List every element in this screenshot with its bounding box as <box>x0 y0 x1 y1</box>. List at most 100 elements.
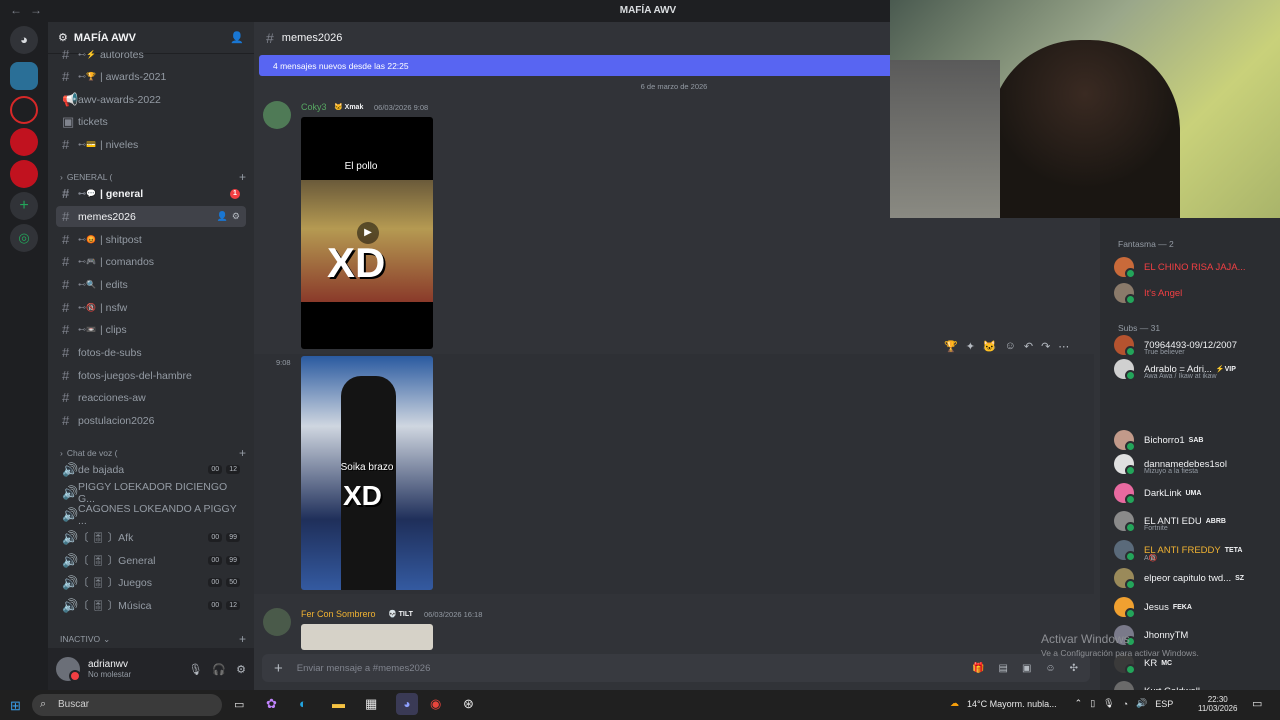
taskbar-search[interactable]: ⌕ Buscar <box>32 694 222 716</box>
video-attachment[interactable]: El pollo ▶ XD <box>301 117 433 349</box>
member-item[interactable]: elpeor capitulo twd... SZ <box>1114 565 1276 591</box>
explore-icon[interactable]: ◎ <box>10 224 38 252</box>
channel-item[interactable]: # ⊷😡 | shitpost <box>56 229 246 250</box>
message-input[interactable]: Enviar mensaje a #memes2026 <box>297 663 431 674</box>
category-voice[interactable]: › Chat de voz (+ <box>60 446 246 460</box>
gif-icon[interactable]: ▤ <box>998 663 1007 674</box>
avatar[interactable] <box>1114 454 1136 476</box>
member-item[interactable]: 70964493-09/12/2007 True believer <box>1114 332 1276 358</box>
settings-icon[interactable]: ⚙ <box>232 211 240 222</box>
sticker-icon[interactable]: ▣ <box>1022 663 1031 674</box>
add-channel-icon[interactable]: + <box>239 632 246 646</box>
task-view-icon[interactable]: ▭ <box>234 698 244 711</box>
app-icon[interactable]: ⊛ <box>463 696 474 712</box>
avatar[interactable] <box>1114 568 1136 590</box>
channel-item[interactable]: # postulacion2026 <box>56 410 246 431</box>
member-item[interactable]: EL ANTI FREDDY TETA A🔞 <box>1114 537 1276 563</box>
avatar[interactable] <box>263 101 291 129</box>
avatar[interactable] <box>1114 283 1136 305</box>
category-inactive[interactable]: INACTIVO ⌄ + <box>60 632 246 646</box>
avatar[interactable] <box>1114 597 1136 619</box>
channel-item[interactable]: # ⊷🔞 | nsfw <box>56 297 246 318</box>
add-attachment-icon[interactable]: + <box>274 660 283 677</box>
message-author[interactable]: Fer Con Sombrero <box>301 609 376 619</box>
volume-icon[interactable]: 🔊 <box>1136 698 1147 709</box>
language-indicator[interactable]: ESP <box>1155 699 1173 709</box>
member-item[interactable]: dannamedebes1sol Mizuyo a la fiesta <box>1114 451 1276 477</box>
edge-icon[interactable]: ◐ <box>299 696 307 711</box>
channel-item[interactable]: # reacciones-aw <box>56 387 246 408</box>
channel-item[interactable]: # ⊷🔍 | edits <box>56 274 246 295</box>
avatar[interactable] <box>1114 540 1136 562</box>
avatar[interactable] <box>1114 483 1136 505</box>
avatar[interactable] <box>56 657 81 682</box>
trophy-icon[interactable]: 🏆 <box>944 340 958 353</box>
new-messages-bar[interactable]: 4 mensajes nuevos desde las 22:25 <box>259 55 890 76</box>
member-item[interactable]: EL ANTI EDU ABRB Fortnite <box>1114 508 1276 534</box>
add-channel-icon[interactable]: + <box>239 170 246 184</box>
voice-channel[interactable]: 🔊 PIGGY LOEKADOR DICIENGO G... <box>56 481 246 505</box>
message-author[interactable]: Coky3 <box>301 102 327 112</box>
reply-icon[interactable]: ↶ <box>1024 340 1033 353</box>
store-icon[interactable]: ▦ <box>365 696 377 712</box>
headphones-icon[interactable]: 🎧 <box>212 663 226 676</box>
emoji-icon[interactable]: ☺ <box>1045 663 1055 674</box>
server-icon-team[interactable] <box>10 62 38 90</box>
weather-text[interactable]: 14°C Mayorm. nubla... <box>967 699 1057 709</box>
voice-channel[interactable]: 🔊 〔 🎚 〕Juegos 00 50 <box>56 572 246 593</box>
category-general[interactable]: › GENERAL (+ <box>60 170 246 184</box>
add-reaction-icon[interactable]: ☺ <box>1005 340 1016 353</box>
clock[interactable]: 22:30 11/03/2026 <box>1198 695 1237 713</box>
discord-taskbar-icon[interactable]: ◕ <box>396 693 418 715</box>
discord-home-icon[interactable]: ◕ <box>10 26 38 54</box>
server-icon-red2[interactable] <box>10 160 38 188</box>
notifications-icon[interactable]: ▭ <box>1252 697 1262 710</box>
channel-item[interactable]: # ⊷🎮 | comandos <box>56 251 246 272</box>
member-item[interactable]: EL CHINO RISA JAJA... <box>1114 254 1276 280</box>
windows-start-icon[interactable]: ⊞ <box>10 698 21 714</box>
add-member-icon[interactable]: 👤 <box>230 31 244 44</box>
avatar[interactable] <box>1114 335 1136 357</box>
member-item[interactable]: JhonnyTM <box>1114 622 1276 648</box>
channel-item-memes2026[interactable]: # memes2026 👤 ⚙ <box>56 206 246 227</box>
voice-channel[interactable]: 🔊 〔 🎚 〕General 00 99 <box>56 550 246 571</box>
server-icon-peru[interactable] <box>10 96 38 124</box>
video-attachment[interactable]: Soika brazo XD <box>301 356 433 590</box>
server-icon-red1[interactable] <box>10 128 38 156</box>
message-composer[interactable]: + Enviar mensaje a #memes2026 🎁 ▤ ▣ ☺ ✣ <box>262 654 1090 682</box>
battery-icon[interactable]: ▯ <box>1090 698 1095 709</box>
forward-icon[interactable]: ↷ <box>1041 340 1050 353</box>
channel-item[interactable]: # ⊷📼 | clips <box>56 319 246 340</box>
member-item[interactable]: Jesus FEKA <box>1114 594 1276 620</box>
voice-channel[interactable]: 🔊 〔 🎚 〕Música 00 12 <box>56 595 246 616</box>
channel-item[interactable]: # ⊷💳 | niveles <box>56 134 246 155</box>
channel-item[interactable]: # fotos-juegos-del-hambre <box>56 365 246 386</box>
channel-item-general[interactable]: # ⊷💬 | general 1 <box>56 183 246 204</box>
copilot-icon[interactable]: ✿ <box>266 696 277 712</box>
avatar[interactable] <box>1114 430 1136 452</box>
avatar[interactable] <box>1114 257 1136 279</box>
member-item[interactable]: Kurt Caldwell <box>1114 678 1276 690</box>
reaction-icon[interactable]: ✦ <box>966 340 975 353</box>
channel-item[interactable]: # ⊷🏆 | awards-2021 <box>56 66 246 87</box>
invite-icon[interactable]: 👤 <box>217 211 228 222</box>
channel-item[interactable]: ▣ tickets <box>56 111 246 132</box>
channel-item[interactable]: # ⊷⚡ autorotes <box>56 44 246 65</box>
more-icon[interactable]: ⋯ <box>1058 340 1069 353</box>
member-item[interactable]: Adrablo = Adri... ⚡VIP Awa Awa / Ikaw at i… <box>1114 356 1276 382</box>
member-item[interactable]: DarkLink UMA <box>1114 480 1276 506</box>
file-explorer-icon[interactable]: ▬ <box>332 696 345 711</box>
voice-channel[interactable]: 🔊 de bajada 00 12 <box>56 459 246 480</box>
settings-icon[interactable]: ⚙ <box>236 663 246 676</box>
avatar[interactable] <box>1114 359 1136 381</box>
avatar[interactable] <box>263 608 291 636</box>
gift-icon[interactable]: 🎁 <box>972 663 984 674</box>
chrome-icon[interactable]: ◉ <box>430 696 441 712</box>
wifi-icon[interactable]: ◔ <box>1123 699 1128 709</box>
apps-icon[interactable]: ✣ <box>1070 663 1078 674</box>
member-item[interactable]: It's Angel <box>1114 280 1276 306</box>
sticker-icon[interactable]: 🐱 <box>983 340 997 353</box>
microphone-icon[interactable]: 🎙 <box>188 663 202 676</box>
voice-channel[interactable]: 🔊 CAGONES LOKEANDO A PIGGY ... <box>56 503 246 527</box>
voice-channel[interactable]: 🔊 〔 🎚 〕Afk 00 99 <box>56 527 246 548</box>
